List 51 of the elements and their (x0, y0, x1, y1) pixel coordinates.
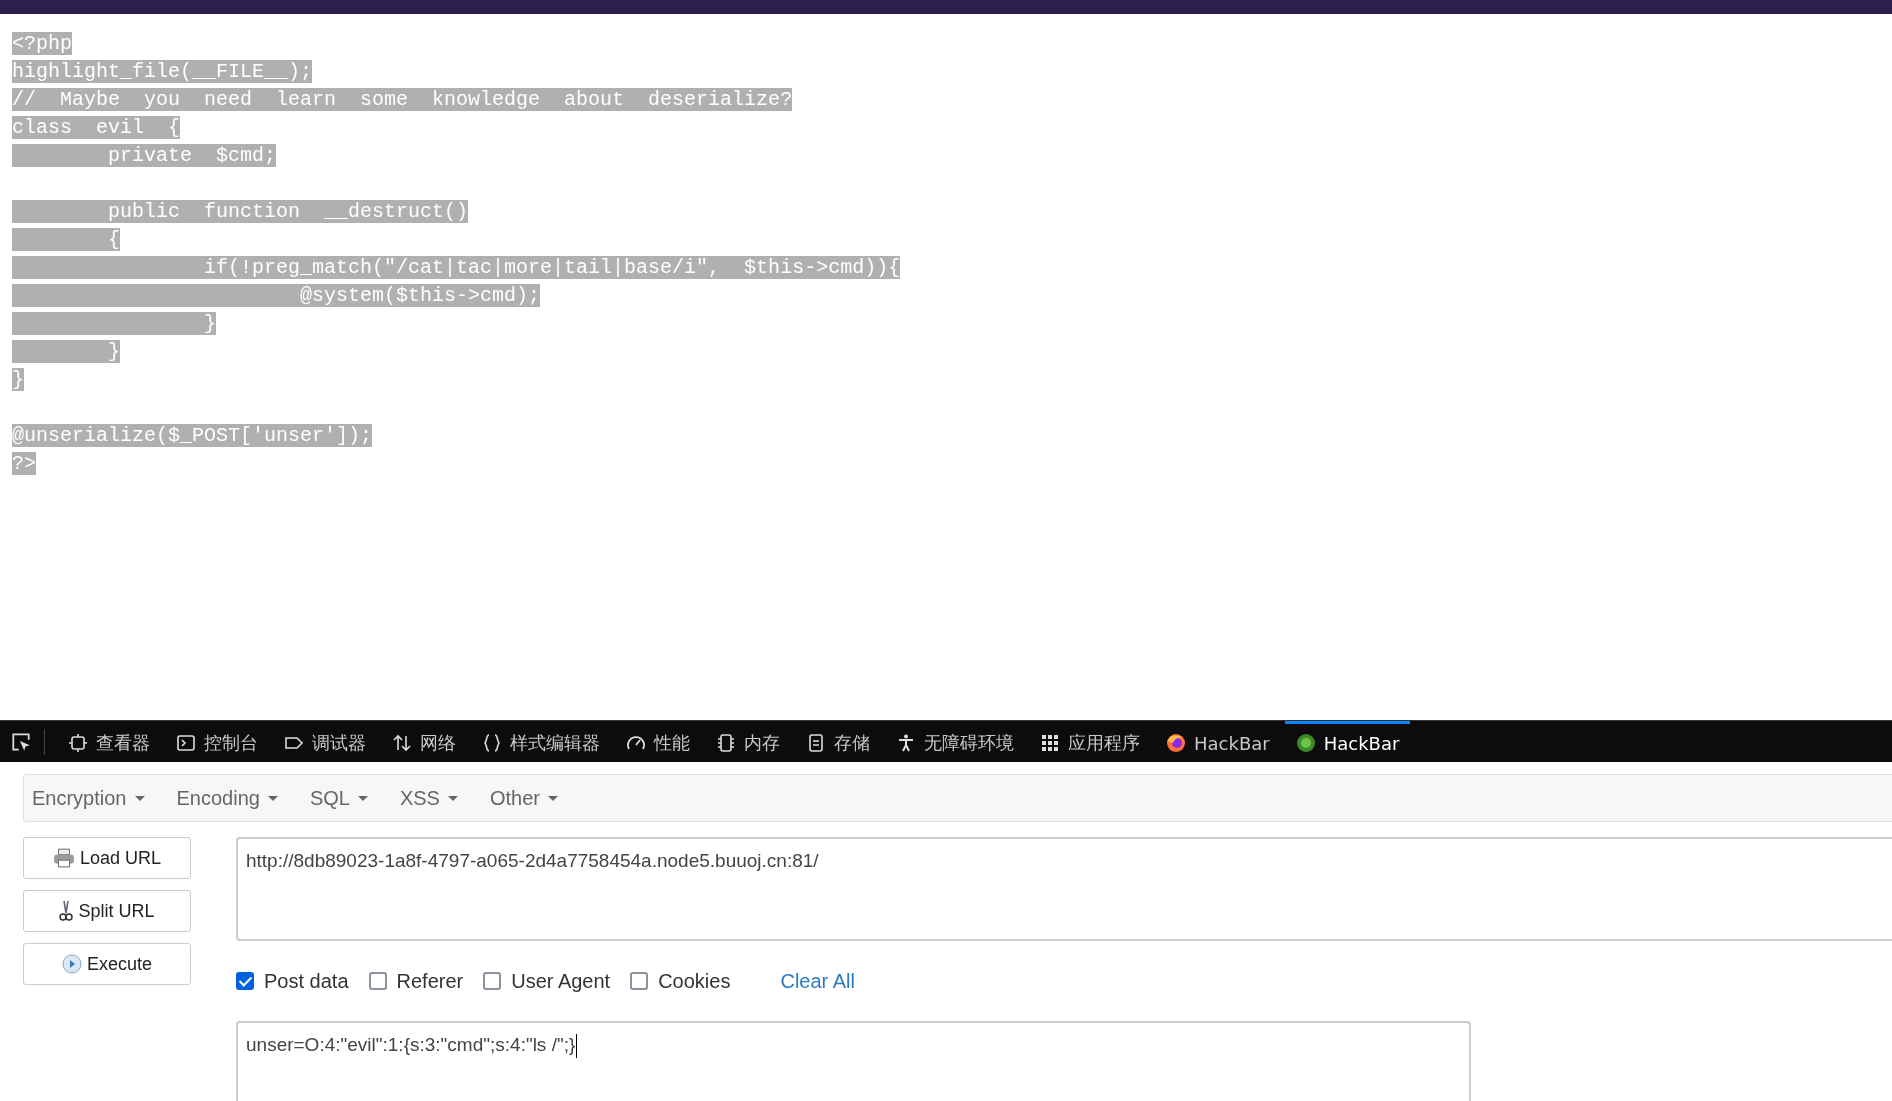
devtools-tab[interactable]: 应用程序 (1029, 721, 1151, 762)
post-data-field[interactable]: unser=O:4:"evil":1:{s:3:"cmd";s:4:"ls /";} (236, 1021, 1471, 1101)
console-icon (176, 733, 196, 753)
checkbox[interactable] (630, 972, 649, 990)
toolbar-button[interactable]: Split URL (23, 890, 191, 932)
checkbox[interactable] (236, 972, 254, 990)
devtools-tab[interactable]: 调试器 (273, 721, 377, 762)
dropdown-menu[interactable]: Other (489, 786, 558, 810)
dropdown-menu[interactable]: Encoding (176, 786, 278, 810)
storage-icon (806, 733, 826, 753)
toolbar-button[interactable]: Execute (23, 943, 191, 985)
caret-icon (357, 795, 368, 801)
devtools-tab[interactable]: 性能 (615, 721, 701, 762)
clear-all-link[interactable]: Clear All (780, 969, 855, 993)
devtools-tab[interactable]: 内存 (705, 721, 791, 762)
element-picker-icon[interactable] (10, 730, 32, 753)
grid-icon (1040, 733, 1060, 753)
caret-icon (134, 795, 145, 801)
dropdown-menu[interactable]: XSS (399, 786, 458, 810)
play-icon (61, 954, 82, 974)
devtools-tab[interactable]: 无障碍环境 (885, 721, 1025, 762)
devtools-tab[interactable]: 样式编辑器 (471, 721, 611, 762)
checkbox-label: Cookies (658, 969, 731, 993)
chip-icon (716, 733, 736, 753)
devtools-tab[interactable]: HackBar (1284, 721, 1411, 762)
checkbox-label: Post data (264, 969, 349, 993)
printer-icon (52, 848, 75, 868)
checkbox[interactable] (483, 972, 502, 990)
network-icon (392, 733, 412, 753)
caret-icon (267, 795, 278, 801)
caret-icon (548, 795, 558, 801)
caret-icon (447, 795, 458, 801)
braces-icon (482, 733, 502, 753)
firefox-icon (1166, 733, 1186, 753)
toolbar-button[interactable]: Load URL (23, 837, 191, 879)
devtools-tab[interactable]: HackBar (1155, 721, 1281, 762)
checkbox[interactable] (368, 972, 387, 990)
person-icon (896, 733, 916, 753)
dropdown-menu[interactable]: SQL (309, 786, 368, 810)
inspector-icon (68, 733, 88, 753)
devtools-tab[interactable]: 查看器 (57, 721, 161, 762)
checkbox-label: Referer (396, 969, 464, 993)
dropdown-menu[interactable]: Encryption (32, 786, 145, 810)
devtools-tab[interactable]: 控制台 (165, 721, 269, 762)
checkbox-label: User Agent (511, 969, 611, 993)
devtools-tab[interactable]: 网络 (381, 721, 467, 762)
url-field[interactable]: http://8db89023-1a8f-4797-a065-2d4a7758454a.node5.buuoj.cn:81/ (236, 837, 1892, 941)
scissors-icon (59, 900, 74, 922)
devtools-tab[interactable]: 存储 (795, 721, 881, 762)
text-cursor (576, 1034, 578, 1058)
hackbar-icon (1295, 733, 1316, 753)
